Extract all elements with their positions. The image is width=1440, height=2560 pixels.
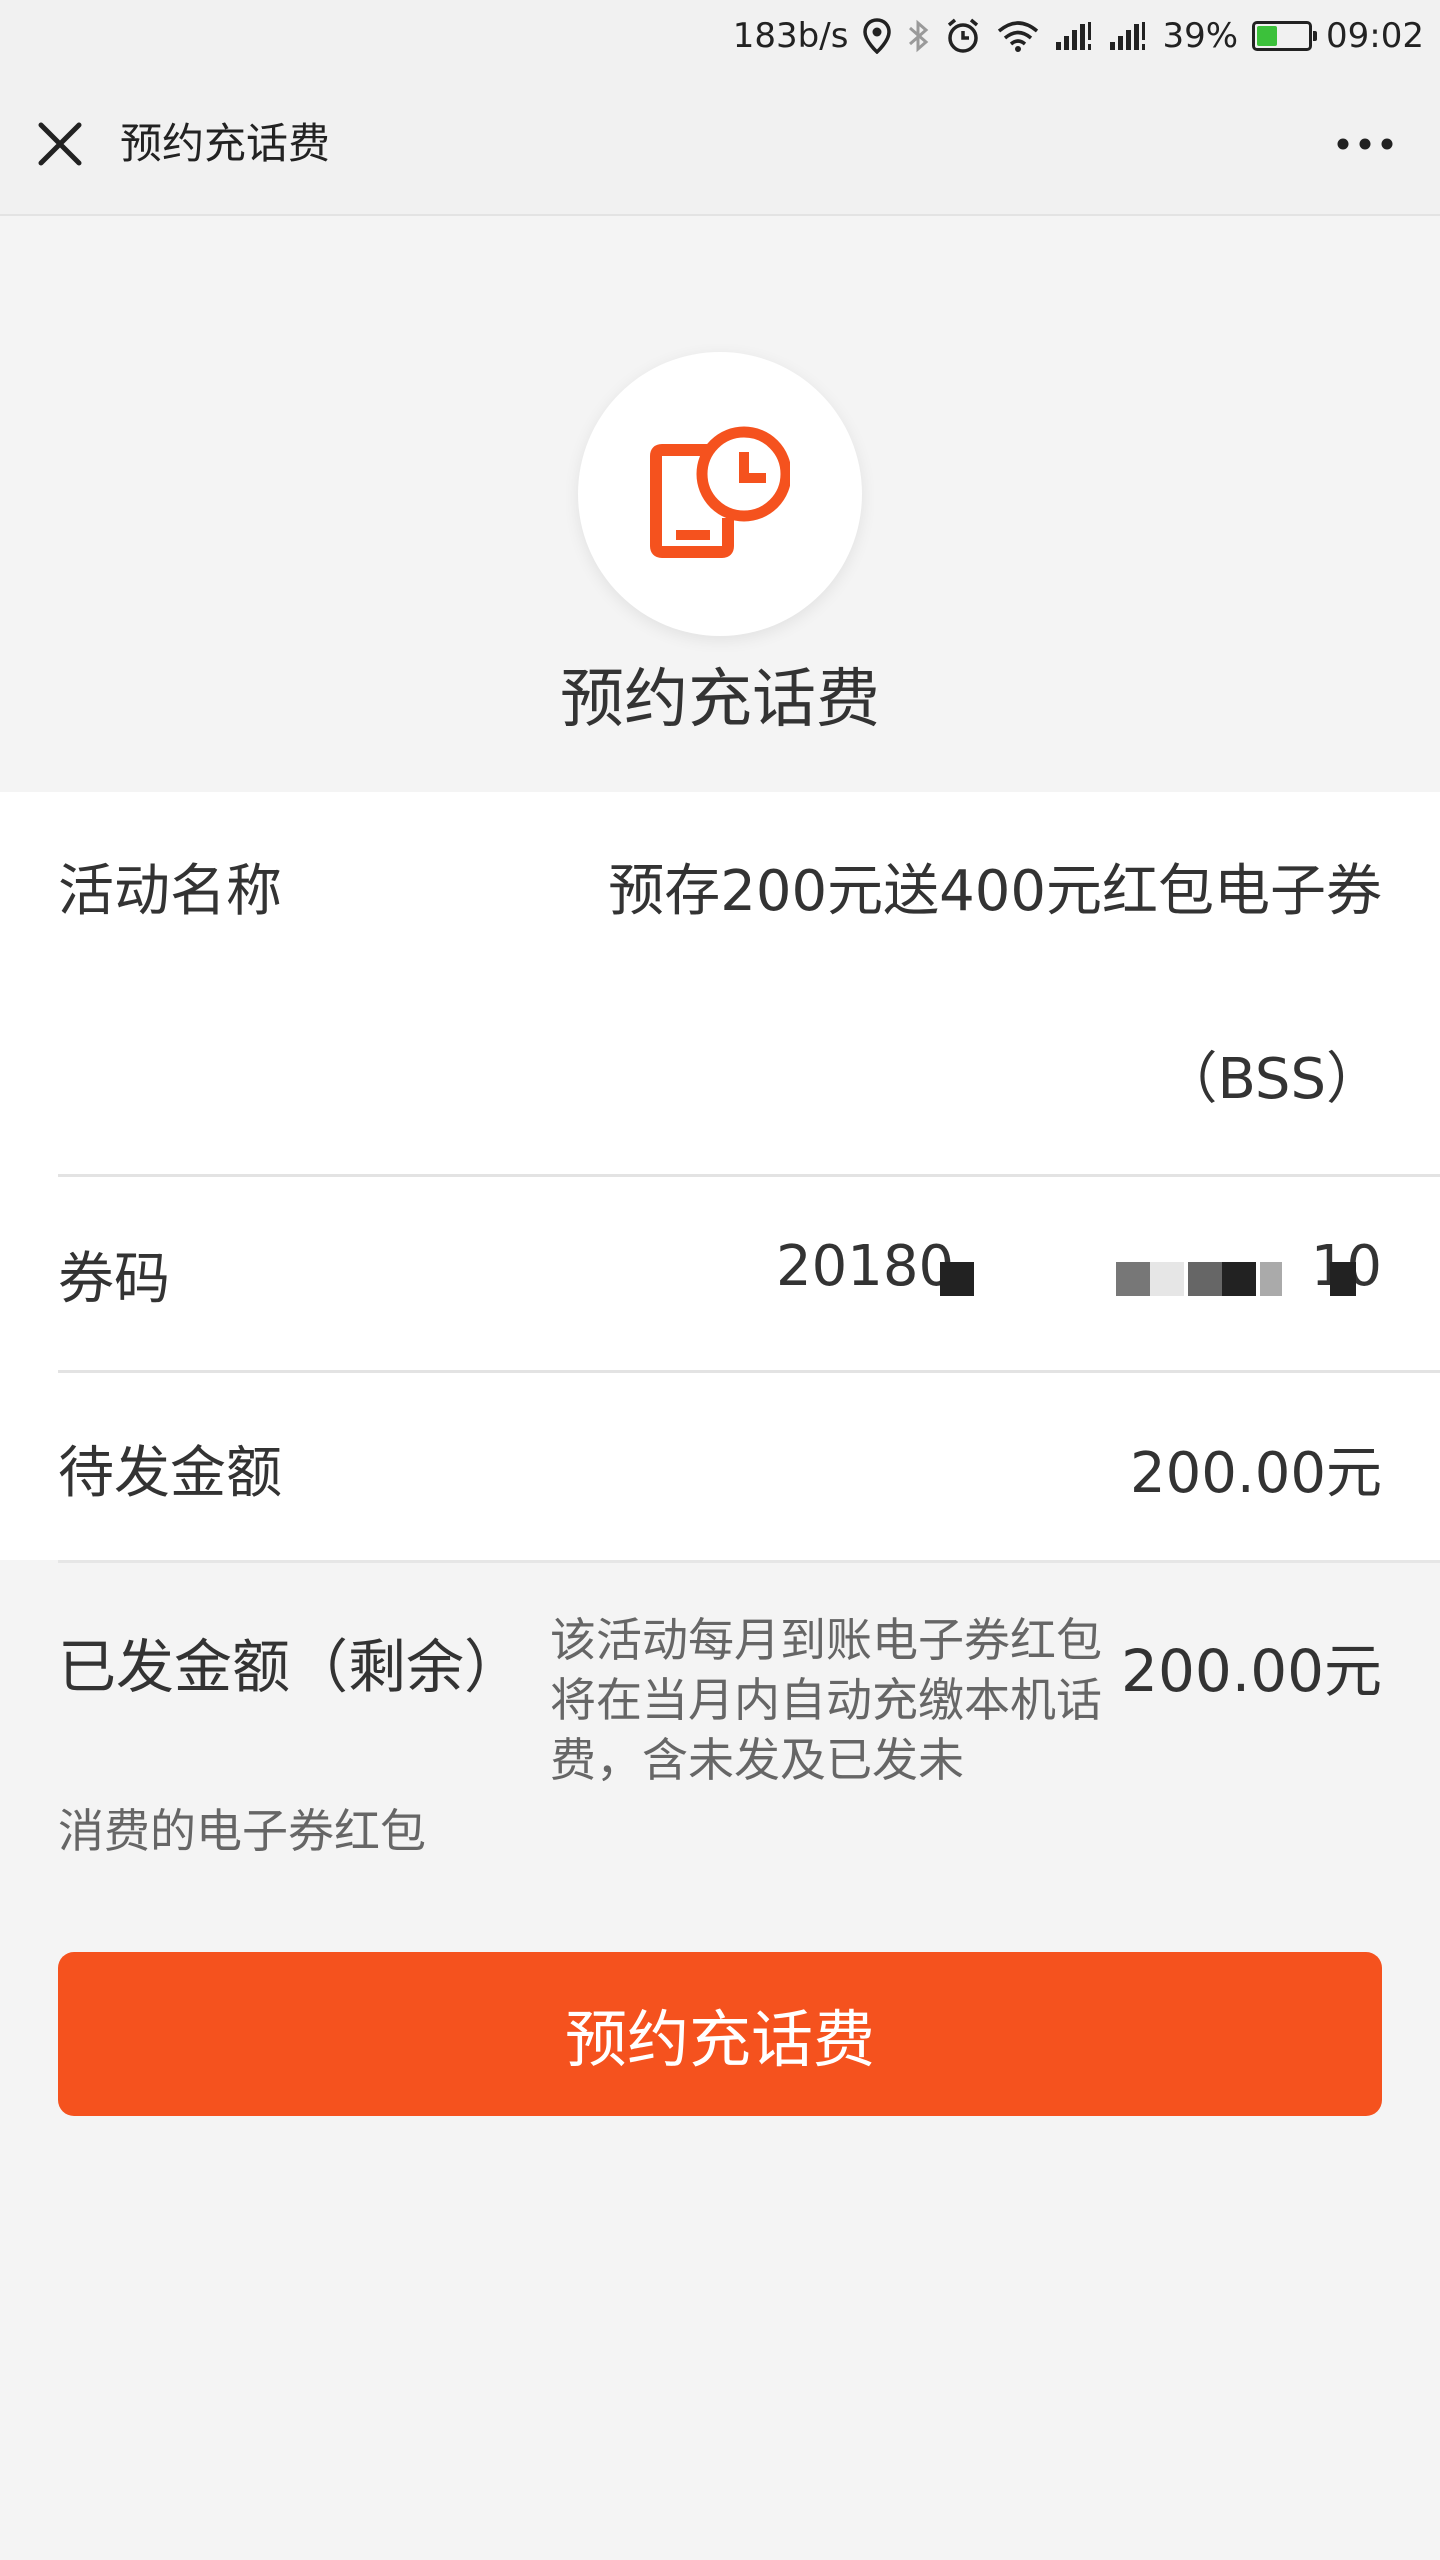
status-indicators: 183b/s 39% 09:02 xyxy=(733,0,1424,72)
details-card: 活动名称 预存200元送400元红包电子券 （BSS） 券码 20180 10 … xyxy=(0,792,1440,1560)
more-icon[interactable] xyxy=(1330,114,1400,174)
divider xyxy=(58,1560,1440,1563)
hero-icon-circle xyxy=(578,352,862,636)
redaction-mark xyxy=(1330,1262,1356,1296)
bluetooth-icon xyxy=(906,18,930,54)
redaction-mark xyxy=(1260,1262,1282,1296)
redaction-mark xyxy=(1150,1262,1184,1296)
battery-icon xyxy=(1252,21,1318,51)
location-icon xyxy=(862,18,892,54)
issued-amount-value: 200.00元 xyxy=(1121,1637,1382,1705)
redaction-mark xyxy=(1222,1262,1256,1296)
wifi-icon xyxy=(996,19,1040,53)
nav-bar: 预约充话费 xyxy=(0,72,1440,216)
redaction-mark xyxy=(940,1262,974,1296)
issued-amount-note-tail: 消费的电子券红包 xyxy=(58,1804,426,1858)
activity-name-value-line2: （BSS） xyxy=(1161,1047,1382,1112)
redaction-mark xyxy=(1188,1262,1222,1296)
pending-amount-label: 待发金额 xyxy=(58,1441,282,1506)
alarm-icon xyxy=(944,17,982,55)
issued-amount-note: 该活动每月到账电子券红包将在当月内自动充缴本机话费，含未发及已发未 xyxy=(550,1613,1102,1787)
hero-title: 预约充话费 xyxy=(560,663,880,737)
redaction-mark xyxy=(1116,1262,1150,1296)
divider xyxy=(58,1174,1440,1177)
coupon-code-prefix: 20180 xyxy=(776,1234,955,1299)
activity-name-value: 预存200元送400元红包电子券 xyxy=(608,859,1382,924)
net-speed: 183b/s xyxy=(732,16,849,56)
clock: 09:02 xyxy=(1326,16,1424,56)
pending-amount-value: 200.00元 xyxy=(1130,1441,1382,1506)
reserve-recharge-button[interactable]: 预约充话费 xyxy=(58,1952,1382,2116)
coupon-code-label: 券码 xyxy=(58,1247,170,1312)
close-icon[interactable] xyxy=(30,114,90,174)
battery-percent: 39% xyxy=(1162,16,1239,56)
signal-icon xyxy=(1108,20,1148,52)
signal-icon xyxy=(1054,20,1094,52)
nav-title: 预约充话费 xyxy=(120,119,331,168)
status-bar: 183b/s 39% 09:02 xyxy=(0,0,1440,72)
battery-level xyxy=(1257,26,1277,46)
issued-amount-label: 已发金额（剩余） xyxy=(58,1633,523,1701)
activity-name-label: 活动名称 xyxy=(58,859,282,924)
divider xyxy=(58,1370,1440,1373)
phone-clock-icon xyxy=(650,422,792,566)
